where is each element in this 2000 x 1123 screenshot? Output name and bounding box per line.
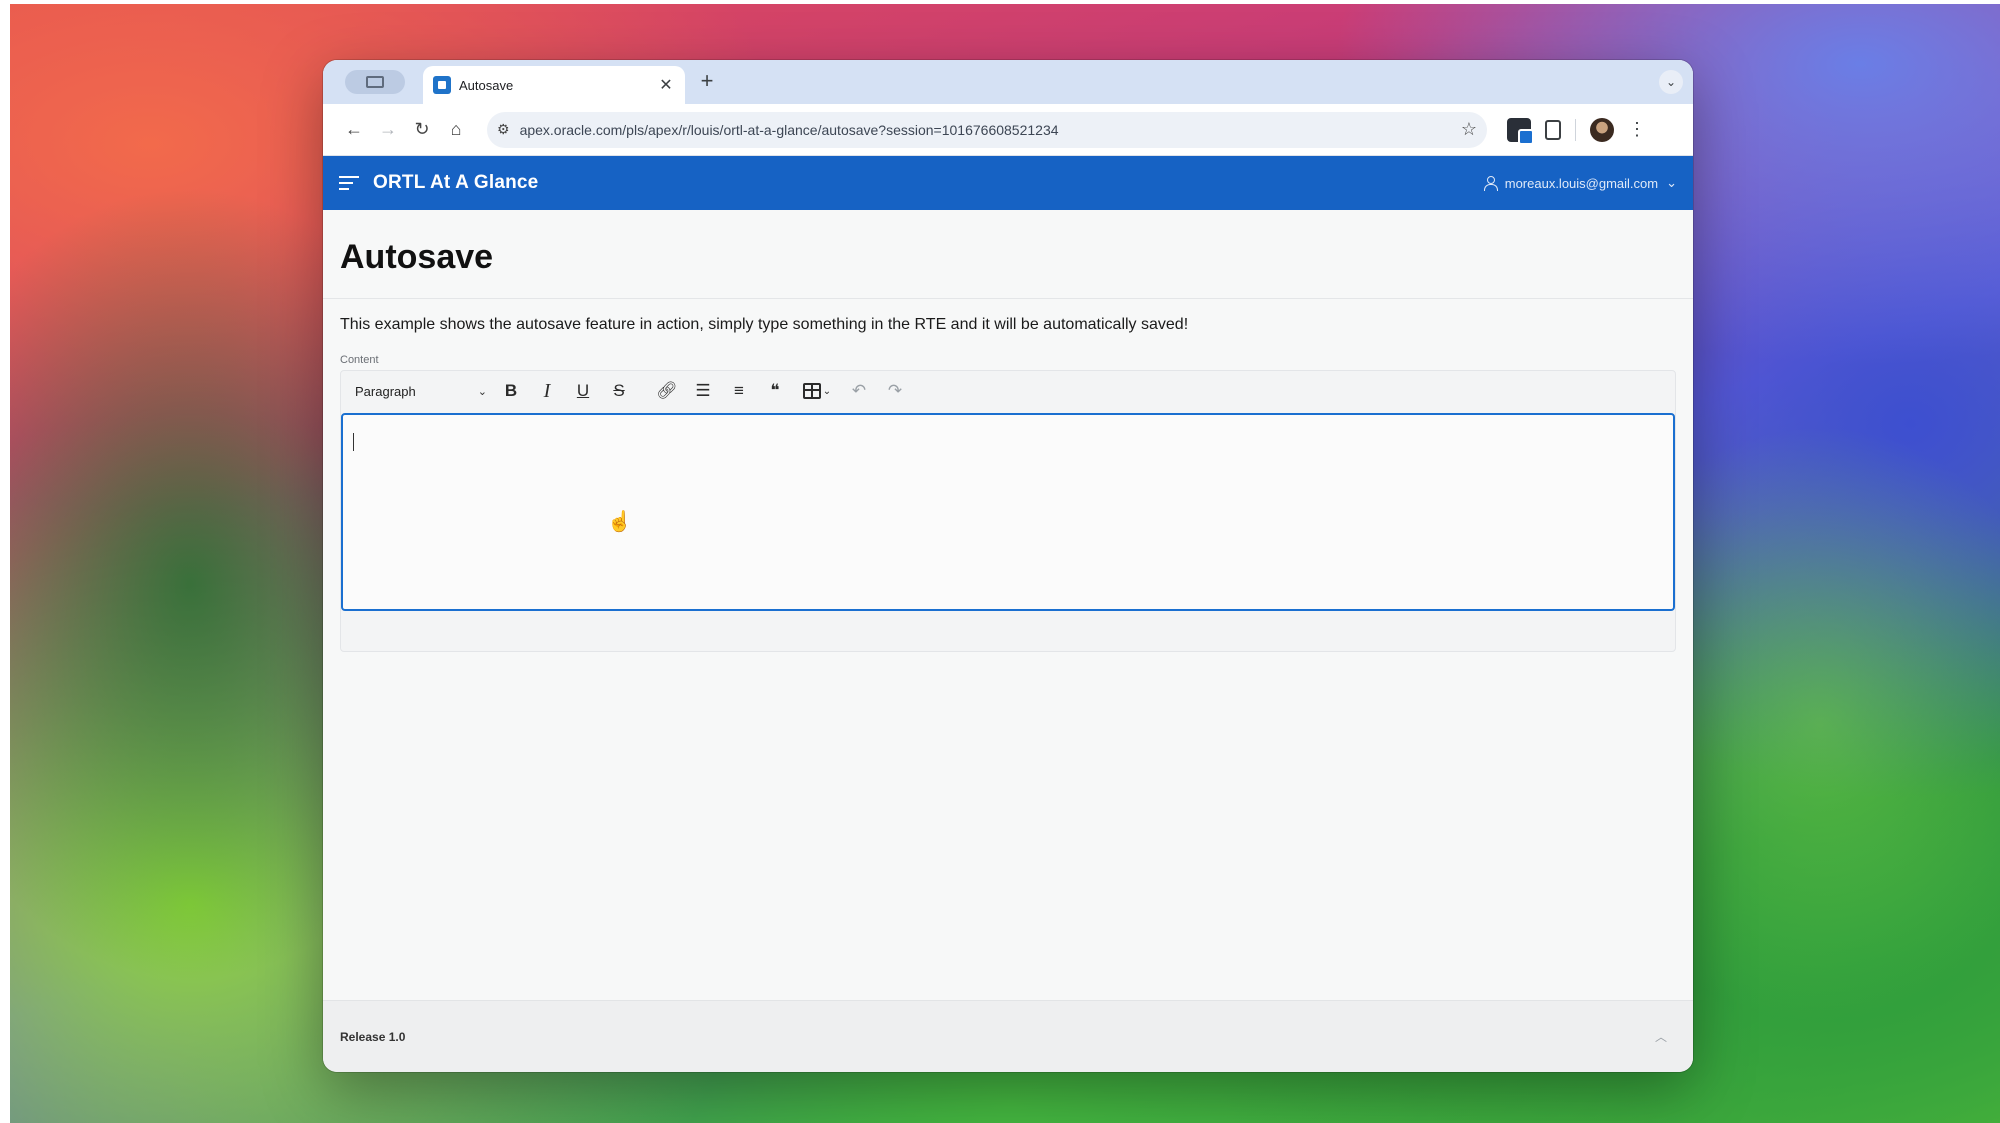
divider xyxy=(323,298,1693,299)
chevron-down-icon: ⌄ xyxy=(477,385,487,398)
format-value: Paragraph xyxy=(355,383,416,399)
home-icon[interactable]: ⌂ xyxy=(439,113,473,147)
underline-icon[interactable]: U xyxy=(567,376,599,406)
table-icon xyxy=(802,383,821,399)
page-body: Autosave This example shows the autosave… xyxy=(323,210,1693,1000)
favicon-icon xyxy=(433,76,451,94)
user-email: moreaux.louis@gmail.com xyxy=(1504,175,1659,191)
intro-text: This example shows the autosave feature … xyxy=(340,316,1189,333)
redo-icon[interactable]: ↷ xyxy=(879,376,911,406)
blockquote-icon[interactable]: ❝ xyxy=(759,376,791,406)
page-title: Autosave xyxy=(340,238,494,276)
tab-strip: Autosave ✕ + ⌄ xyxy=(323,60,1693,104)
scroll-to-top-icon[interactable]: ︿ xyxy=(1646,1022,1676,1052)
release-label: Release 1.0 xyxy=(340,1029,406,1044)
reload-icon[interactable]: ↻ xyxy=(405,113,439,147)
tab-group-button[interactable] xyxy=(345,70,405,94)
rich-text-editor: Paragraph ⌄ B I U S 🔗︎ ☰ ≡ ❝ ⌄ ↶ ↷ ☝ xyxy=(340,370,1676,652)
close-icon[interactable]: ✕ xyxy=(657,75,675,95)
page-footer: Release 1.0 ︿ xyxy=(323,1000,1693,1072)
hamburger-menu-icon[interactable] xyxy=(339,176,359,190)
chevron-down-icon: ⌄ xyxy=(1666,175,1677,190)
hand-pointer-icon: ☝ xyxy=(607,511,632,533)
site-settings-icon[interactable]: ⚙ xyxy=(497,121,510,138)
numbered-list-icon[interactable]: ≡ xyxy=(723,376,755,406)
strikethrough-icon[interactable]: S xyxy=(603,376,635,406)
rte-status-bar xyxy=(341,613,1675,651)
tab-group-icon xyxy=(366,76,384,88)
bold-icon[interactable]: B xyxy=(495,376,527,406)
format-dropdown[interactable]: Paragraph ⌄ xyxy=(351,377,491,405)
link-icon[interactable]: 🔗︎ xyxy=(651,376,683,406)
new-tab-button[interactable]: + xyxy=(695,70,719,94)
italic-icon[interactable]: I xyxy=(531,376,563,406)
extension-icon[interactable] xyxy=(1507,117,1534,145)
browser-window: Autosave ✕ + ⌄ ← → ↻ ⌂ ⚙ apex.oracle.com… xyxy=(323,60,1693,1072)
user-menu[interactable]: moreaux.louis@gmail.com ⌄ xyxy=(1483,175,1677,191)
text-caret xyxy=(353,433,354,451)
insert-table-button[interactable]: ⌄ xyxy=(795,376,839,406)
app-header: ORTL At A Glance moreaux.louis@gmail.com… xyxy=(323,156,1693,210)
user-icon xyxy=(1483,176,1498,191)
app-title[interactable]: ORTL At A Glance xyxy=(373,172,538,194)
tab-autosave[interactable]: Autosave ✕ xyxy=(423,66,685,104)
content-label: Content xyxy=(340,354,379,366)
browser-toolbar: ← → ↻ ⌂ ⚙ apex.oracle.com/pls/apex/r/lou… xyxy=(323,104,1693,156)
more-menu-icon[interactable]: ⋮ xyxy=(1628,119,1646,140)
editor-area[interactable]: ☝ xyxy=(341,413,1675,611)
bookmark-star-icon[interactable]: ☆ xyxy=(1461,119,1477,140)
toolbar-divider xyxy=(1575,118,1576,141)
forward-icon[interactable]: → xyxy=(371,113,405,147)
bulleted-list-icon[interactable]: ☰ xyxy=(687,376,719,406)
chevron-down-icon[interactable]: ⌄ xyxy=(1659,70,1683,94)
chevron-down-icon: ⌄ xyxy=(822,385,832,397)
extensions-area: ⋮ xyxy=(1507,117,1646,145)
address-bar[interactable]: ⚙ apex.oracle.com/pls/apex/r/louis/ortl-… xyxy=(487,111,1487,148)
profile-avatar[interactable] xyxy=(1590,117,1614,142)
side-panel-icon[interactable] xyxy=(1545,119,1561,140)
url-text[interactable]: apex.oracle.com/pls/apex/r/louis/ortl-at… xyxy=(520,122,1451,138)
back-icon[interactable]: ← xyxy=(337,113,371,147)
tab-title: Autosave xyxy=(459,77,514,93)
rte-toolbar: Paragraph ⌄ B I U S 🔗︎ ☰ ≡ ❝ ⌄ ↶ ↷ xyxy=(341,371,1675,411)
undo-icon[interactable]: ↶ xyxy=(843,376,875,406)
